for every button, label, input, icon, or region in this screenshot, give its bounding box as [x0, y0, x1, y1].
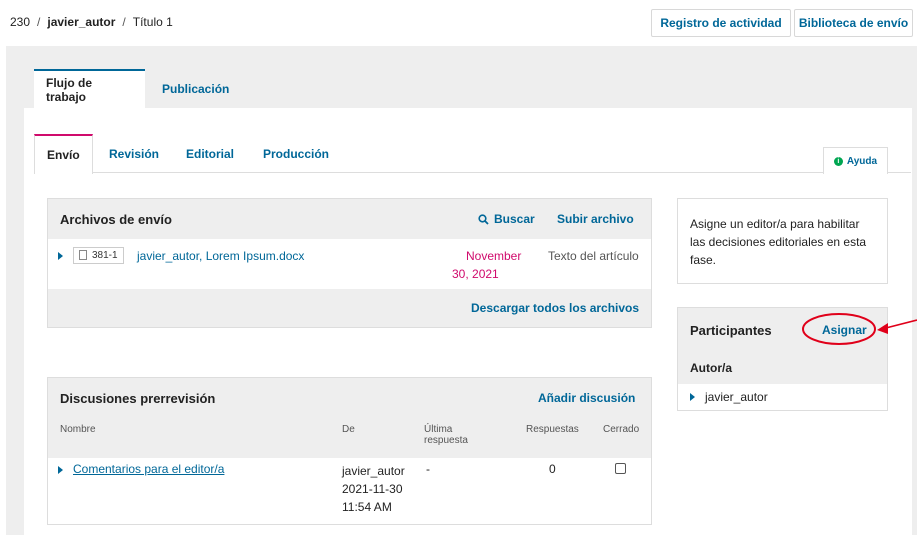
column-header-closed: Cerrado [603, 424, 640, 435]
expand-arrow-icon [690, 393, 695, 401]
tab-submission[interactable]: Envío [34, 134, 93, 174]
grid-header: Archivos de envío Buscar Subir archivo [48, 199, 651, 239]
grid-title: Discusiones prerrevisión [60, 390, 216, 406]
file-date-line2: 30, 2021 [452, 267, 499, 281]
submission-library-button[interactable]: Biblioteca de envío [794, 9, 913, 37]
annotation-ellipse-icon [802, 313, 876, 345]
grid-title: Participantes [690, 322, 772, 338]
column-header-last-reply: Última respuesta [424, 418, 468, 458]
tab-publication[interactable]: Publicación [150, 69, 241, 108]
stage-tabs: Envío Revisión Editorial Producción [34, 134, 911, 174]
breadcrumb-id: 230 [10, 15, 31, 29]
discussion-from: javier_autor 2021-11-30 11:54 AM [342, 462, 405, 516]
download-all-link[interactable]: Descargar todos los archivos [471, 301, 639, 315]
tab-editorial[interactable]: Editorial [186, 134, 234, 173]
tab-review[interactable]: Revisión [109, 134, 159, 173]
annotation-arrowhead-icon [877, 323, 888, 334]
list-item[interactable]: javier_autor [678, 384, 887, 410]
table-row: Comentarios para el editor/a javier_auto… [48, 458, 651, 524]
search-label: Buscar [494, 212, 535, 226]
discussion-replies: 0 [549, 462, 556, 476]
column-header-from: De [342, 424, 355, 435]
column-header-last-reply-line1: Última [424, 424, 453, 435]
breadcrumb-author: javier_autor [47, 15, 116, 29]
discussion-from-time: 11:54 AM [342, 500, 392, 514]
file-date-line1: November [466, 249, 522, 263]
participant-name: javier_autor [705, 390, 768, 404]
breadcrumb-separator: / [37, 15, 41, 29]
breadcrumb-title: Título 1 [132, 15, 173, 29]
tab-production[interactable]: Producción [263, 134, 329, 173]
add-discussion-link[interactable]: Añadir discusión [538, 391, 635, 405]
file-name-link[interactable]: javier_autor, Lorem Ipsum.docx [137, 249, 304, 263]
help-label: Ayuda [846, 155, 878, 167]
participant-group-header: Autor/a [678, 352, 887, 384]
discussion-name-link[interactable]: Comentarios para el editor/a [73, 462, 224, 476]
table-row: 381-1 javier_autor, Lorem Ipsum.docx Nov… [48, 239, 651, 289]
info-icon: i [833, 156, 843, 166]
breadcrumb-separator: / [122, 15, 126, 29]
search-link[interactable]: Buscar [478, 212, 535, 226]
closed-checkbox[interactable] [615, 463, 626, 474]
file-type: Texto del artículo [548, 249, 639, 263]
pre-review-discussions-grid: Discusiones prerrevisión Añadir discusió… [47, 377, 652, 525]
grid-footer: Descargar todos los archivos [48, 289, 651, 327]
submission-files-grid: Archivos de envío Buscar Subir archivo 3… [47, 198, 652, 328]
expand-arrow-icon[interactable] [58, 252, 63, 260]
tab-workflow[interactable]: Flujo de trabajo [34, 69, 145, 108]
document-icon [79, 250, 87, 261]
upload-file-link[interactable]: Subir archivo [557, 212, 634, 226]
column-header-last-reply-line2: respuesta [424, 435, 468, 446]
column-header-name: Nombre [60, 424, 96, 435]
breadcrumb: 230 / javier_autor / Título 1 [10, 10, 173, 34]
discussion-from-date: 2021-11-30 [342, 482, 403, 496]
column-header-replies: Respuestas [526, 424, 579, 435]
file-id-badge: 381-1 [73, 247, 124, 264]
grid-header: Discusiones prerrevisión Añadir discusió… [48, 378, 651, 418]
discussion-last-reply: - [426, 462, 430, 476]
grid-title: Archivos de envío [60, 211, 172, 227]
file-id: 381-1 [92, 250, 118, 261]
help-button[interactable]: i Ayuda [823, 147, 888, 174]
annotation-highlight [802, 313, 917, 345]
search-icon [478, 213, 489, 225]
expand-arrow-icon[interactable] [58, 466, 63, 474]
discussion-from-user: javier_autor [342, 464, 405, 478]
activity-log-button[interactable]: Registro de actividad [651, 9, 791, 37]
assign-editor-note: Asigne un editor/a para habilitar las de… [677, 198, 888, 284]
